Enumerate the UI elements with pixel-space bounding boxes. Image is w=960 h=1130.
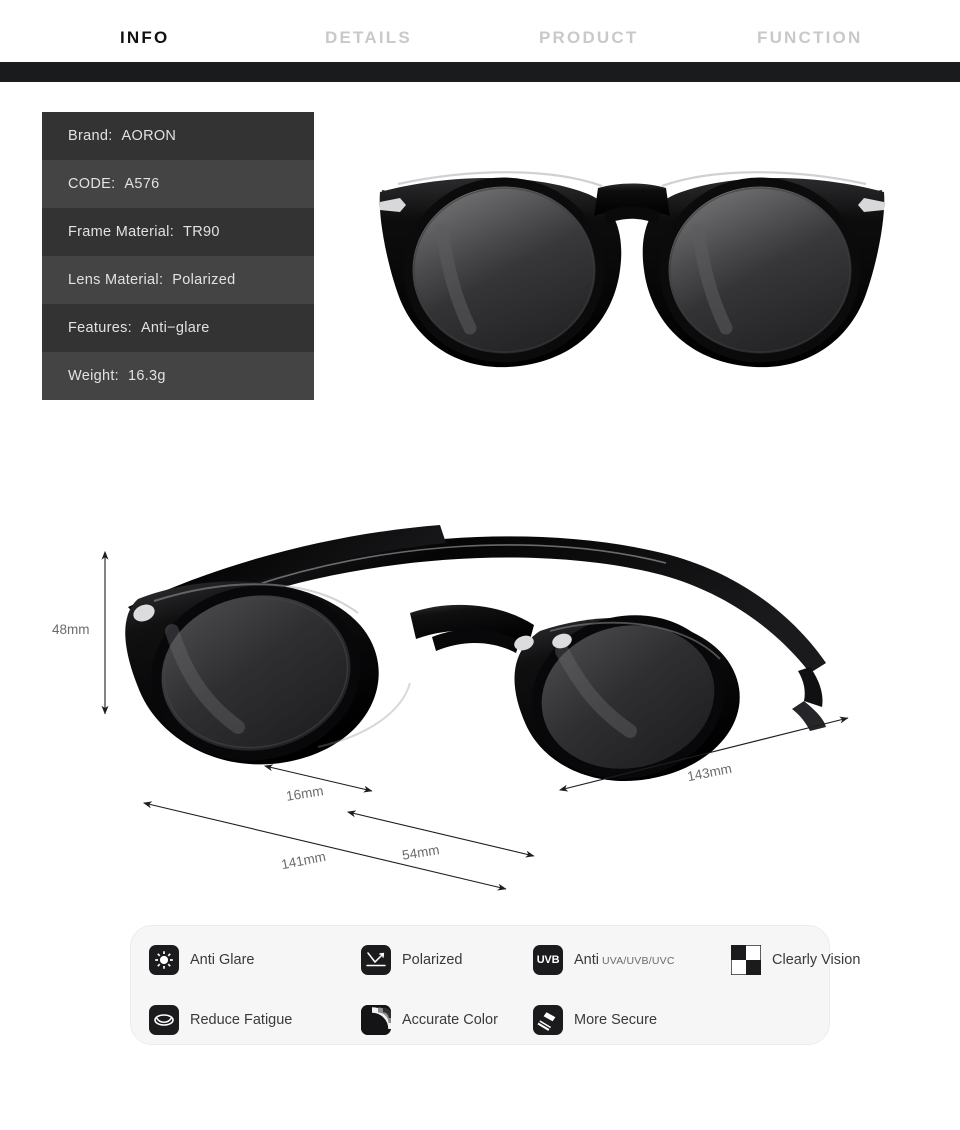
spec-label: Frame Material: [68,224,175,240]
feature-label-sub: UVA/UVB/UVC [602,955,675,967]
spec-value: 16.3g [128,368,166,384]
checkerboard-icon [731,945,761,975]
spec-row: Lens Material: Polarized [42,256,314,304]
spec-label: Brand: [68,128,113,144]
feature-clearly-vision: Clearly Vision [731,930,860,990]
spec-label: Lens Material: [68,272,164,288]
feature-panel: Anti Glare Polarized UVB Anti UVA/UVB/UV… [130,925,860,1045]
feature-anti-glare: Anti Glare [149,930,361,990]
feature-reduce-fatigue: Reduce Fatigue [149,990,361,1050]
color-arc-icon [361,1005,391,1035]
feature-label: Clearly Vision [772,952,861,968]
uvb-label: UVB [536,954,560,966]
feature-label-main: Anti [574,952,599,968]
hammer-icon [533,1005,563,1035]
sun-icon [149,945,179,975]
dim-line-front-width [142,801,507,891]
feature-label: Accurate Color [402,1012,498,1028]
spec-row: Features: Anti−glare [42,304,314,352]
spec-row: Weight: 16.3g [42,352,314,400]
tab-function[interactable]: FUNCTION [757,28,862,48]
product-image-angled [125,525,826,782]
spec-value: Anti−glare [140,320,210,336]
spec-value: AORON [121,128,177,144]
eye-icon [149,1005,179,1035]
dim-line-lens [346,810,535,858]
polarized-icon [361,945,391,975]
specification-table: Brand: AORON CODE: A576 Frame Material: … [42,112,314,400]
tab-info[interactable]: INFO [120,28,169,48]
feature-polarized: Polarized [361,930,533,990]
spec-row: Frame Material: TR90 [42,208,314,256]
tab-details[interactable]: DETAILS [325,28,412,48]
spec-label: Features: [68,320,132,336]
spec-value: TR90 [183,224,220,240]
feature-label: More Secure [574,1012,658,1028]
uvb-icon: UVB [533,945,563,975]
tab-product[interactable]: PRODUCT [539,28,638,48]
feature-label: Anti UVA/UVB/UVC [574,952,675,968]
header-dark-bar [0,62,960,82]
feature-anti-uv: UVB Anti UVA/UVB/UVC [533,930,731,990]
dim-label-height: 48mm [52,622,90,637]
product-image-front [379,171,885,368]
spec-value: A576 [124,176,160,192]
spec-row: CODE: A576 [42,160,314,208]
dim-label-front-width: 141mm [279,848,328,873]
spec-label: Weight: [68,368,119,384]
feature-label: Reduce Fatigue [190,1012,293,1028]
spec-label: CODE: [68,176,116,192]
feature-label: Polarized [402,952,463,968]
spec-value: Polarized [172,272,236,288]
spec-row: Brand: AORON [42,112,314,160]
feature-accurate-color: Accurate Color [361,990,533,1050]
dim-label-lens: 54mm [401,842,441,863]
tab-bar: INFO DETAILS PRODUCT FUNCTION [0,0,960,62]
feature-label: Anti Glare [190,952,255,968]
feature-more-secure: More Secure [533,990,731,1050]
